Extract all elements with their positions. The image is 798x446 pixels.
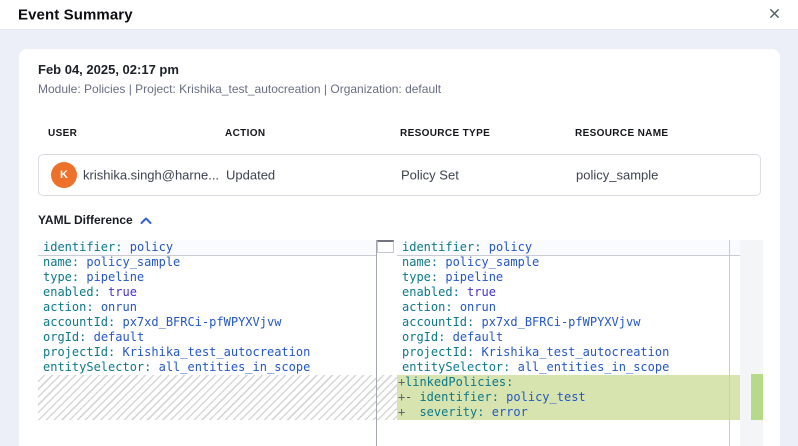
yaml-line: type: pipeline xyxy=(397,270,740,285)
table-row: K krishika.singh@harne... Updated Policy… xyxy=(38,154,761,196)
diff-gap-hatch xyxy=(377,375,397,420)
yaml-line: type: pipeline xyxy=(38,270,376,285)
event-meta: Module: Policies | Project: Krishika_tes… xyxy=(38,82,441,96)
yaml-line: orgId: default xyxy=(38,330,376,345)
row-user: krishika.singh@harne... xyxy=(83,168,219,183)
row-resource-name: policy_sample xyxy=(576,168,658,183)
close-button[interactable] xyxy=(762,3,786,27)
avatar: K xyxy=(51,162,77,188)
event-timestamp: Feb 04, 2025, 02:17 pm xyxy=(38,62,179,77)
yaml-line: identifier: policy xyxy=(38,240,376,255)
event-summary-modal: Event Summary Feb 04, 2025, 02:17 pm Mod… xyxy=(0,0,798,446)
yaml-line: identifier: policy xyxy=(397,240,740,255)
close-icon xyxy=(768,7,781,23)
column-header-user: USER xyxy=(48,128,77,139)
column-header-resource-name: RESOURCE NAME xyxy=(575,128,668,139)
yaml-difference-header: YAML Difference xyxy=(38,212,152,228)
yaml-line: orgId: default xyxy=(397,330,740,345)
row-action: Updated xyxy=(226,168,275,183)
yaml-line: name: policy_sample xyxy=(38,255,376,270)
yaml-added-line: + severity: error xyxy=(397,405,740,420)
yaml-line: accountId: px7xd_BFRCi-pfWPYXVjvw xyxy=(397,315,740,330)
yaml-line: projectId: Krishika_test_autocreation xyxy=(397,345,740,360)
row-resource-type: Policy Set xyxy=(401,168,459,183)
event-card: Feb 04, 2025, 02:17 pm Module: Policies … xyxy=(19,49,780,446)
scroll-lock-icon[interactable] xyxy=(377,240,394,253)
yaml-diff-viewer: identifier: policyname: policy_sampletyp… xyxy=(38,240,763,446)
yaml-line: entitySelector: all_entities_in_scope xyxy=(397,360,740,375)
yaml-line: accountId: px7xd_BFRCi-pfWPYXVjvw xyxy=(38,315,376,330)
page-title: Event Summary xyxy=(18,6,133,23)
diff-inner-scrollbar xyxy=(729,240,730,446)
yaml-added-line: +linkedPolicies: xyxy=(397,375,740,390)
yaml-line: action: onrun xyxy=(38,300,376,315)
diff-left-pane[interactable]: identifier: policyname: policy_sampletyp… xyxy=(38,240,377,446)
yaml-line: action: onrun xyxy=(397,300,740,315)
diff-right-pane[interactable]: identifier: policyname: policy_sampletyp… xyxy=(397,240,740,446)
chevron-up-icon xyxy=(140,213,152,228)
diff-change-marker xyxy=(751,374,763,420)
diff-empty-hatch xyxy=(38,375,376,420)
modal-header: Event Summary xyxy=(0,0,798,30)
yaml-line: projectId: Krishika_test_autocreation xyxy=(38,345,376,360)
yaml-line: name: policy_sample xyxy=(397,255,740,270)
yaml-added-line: +- identifier: policy_test xyxy=(397,390,740,405)
yaml-line: enabled: true xyxy=(38,285,376,300)
yaml-line: enabled: true xyxy=(397,285,740,300)
column-header-action: ACTION xyxy=(225,128,265,139)
yaml-difference-label: YAML Difference xyxy=(38,213,133,227)
yaml-difference-toggle[interactable] xyxy=(140,213,152,228)
column-header-resource-type: RESOURCE TYPE xyxy=(400,128,490,139)
diff-scrollbar-track[interactable] xyxy=(740,240,763,446)
yaml-line: entitySelector: all_entities_in_scope xyxy=(38,360,376,375)
